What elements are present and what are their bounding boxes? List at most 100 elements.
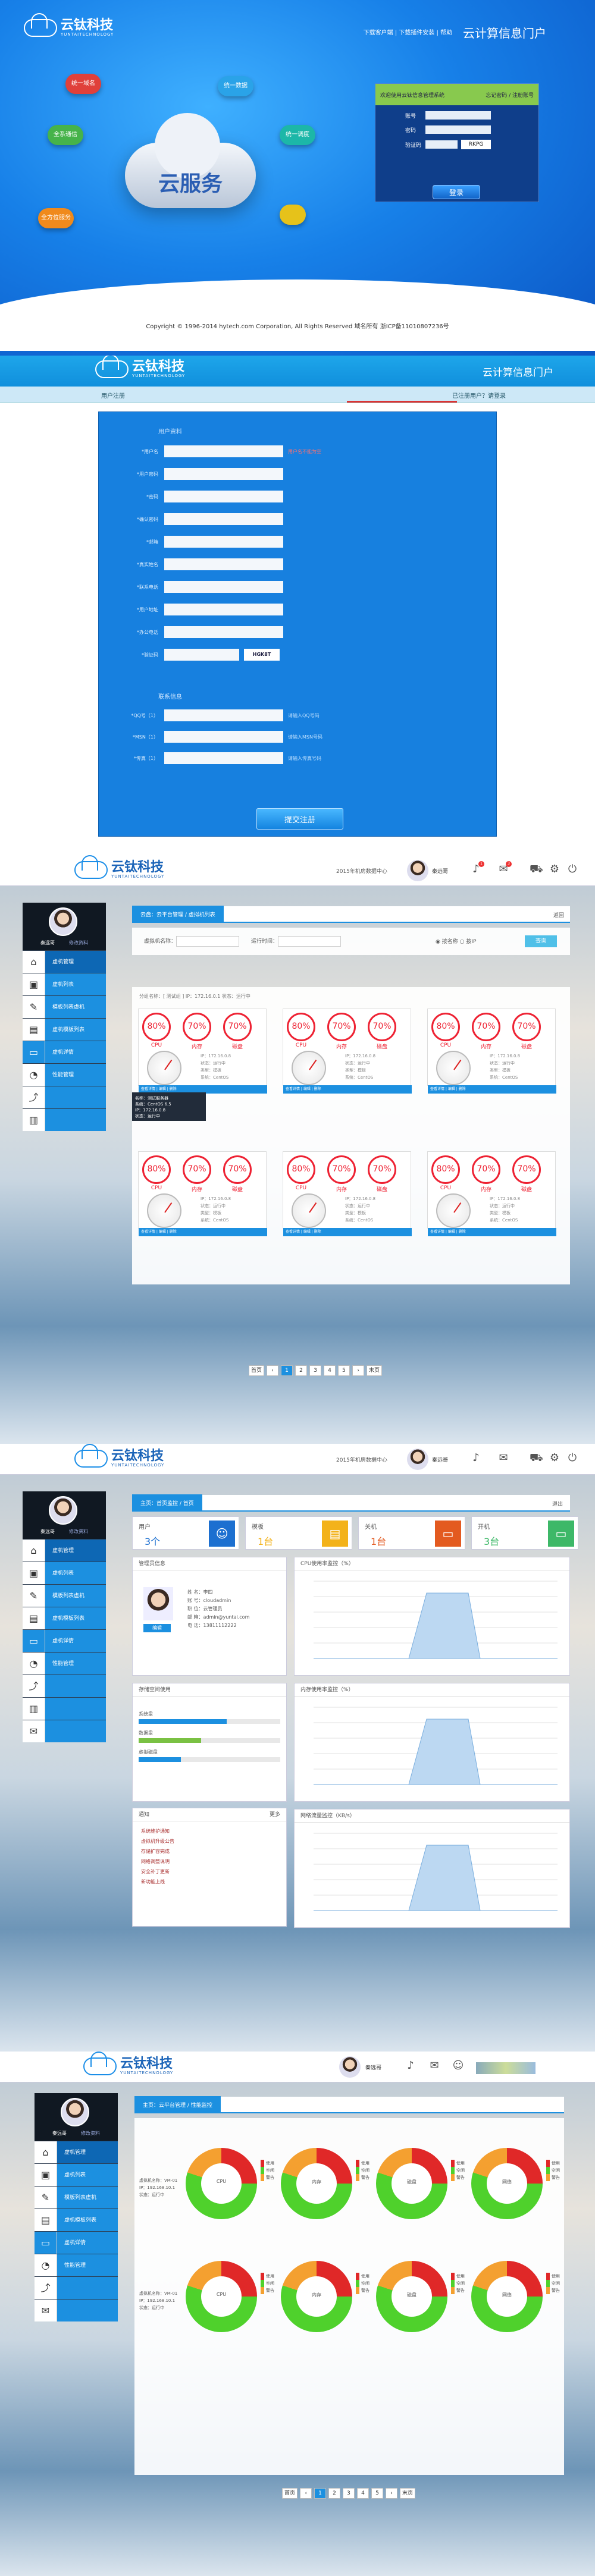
form-input[interactable]	[164, 536, 283, 548]
page-link[interactable]: 4	[324, 1365, 336, 1376]
captcha-input[interactable]	[425, 140, 458, 149]
forgot-link[interactable]: 忘记密码 / 注册账号	[486, 91, 534, 99]
page-link[interactable]: ‹	[300, 2488, 312, 2499]
sidebar-item-tpl[interactable]: ✎ 模板列表虚机	[23, 1584, 106, 1607]
card-actions[interactable]: 查看详情 | 编辑 | 删除	[283, 1228, 412, 1236]
form-input[interactable]	[164, 709, 283, 721]
sidebar-item-list[interactable]: ▣ 虚机列表	[23, 973, 106, 995]
theme-swatches[interactable]	[476, 2062, 536, 2074]
user-icon[interactable]: ☺	[452, 2060, 464, 2072]
captcha-image[interactable]: HGK8T	[244, 649, 280, 661]
query-button[interactable]: 查询	[525, 935, 557, 947]
stat-card[interactable]: 模板 1台 ▤	[245, 1516, 352, 1550]
sidebar-item-perf[interactable]: ◔ 性能管理	[35, 2254, 118, 2276]
notice-item[interactable]: 系统维护通知	[141, 1826, 278, 1836]
page-link[interactable]: 末页	[400, 2488, 416, 2499]
stat-card[interactable]: 关机 1台 ▭	[358, 1516, 465, 1550]
sidebar-item-share[interactable]: ⤴	[35, 2276, 118, 2299]
avatar[interactable]	[407, 1449, 428, 1470]
form-input[interactable]	[164, 604, 283, 615]
sidebar-item-share[interactable]: ⤴	[23, 1086, 106, 1108]
page-link[interactable]: 首页	[249, 1365, 265, 1376]
stat-card[interactable]: 用户 3个 ☺	[132, 1516, 239, 1550]
form-input[interactable]	[164, 752, 283, 764]
sidebar-item-book[interactable]: ▥	[23, 1697, 106, 1720]
back-link[interactable]: 返回	[553, 911, 564, 919]
sidebar-item-vm[interactable]: ⌂ 虚机管理	[23, 1539, 106, 1562]
bell-icon[interactable]: ♪	[405, 2060, 416, 2072]
sidebar-item-book[interactable]: ▥	[23, 1108, 106, 1131]
logout-link[interactable]: 退出	[552, 1500, 563, 1507]
sidebar-item-share[interactable]: ⤴	[23, 1675, 106, 1697]
message-icon[interactable]: ✉	[497, 1452, 509, 1464]
form-input[interactable]	[164, 731, 283, 743]
sidebar-item-perf[interactable]: ◔ 性能管理	[23, 1063, 106, 1086]
vm-name-input[interactable]	[176, 936, 240, 947]
vm-card[interactable]: 80% CPU 70% 内存 70% 磁盘 IP：172.16.0.8 状态：运行中 类型：模板…	[138, 1009, 267, 1094]
page-link[interactable]: 末页	[367, 1365, 383, 1376]
edit-profile-link[interactable]: 修改资料	[81, 2130, 100, 2137]
page-link[interactable]: 2	[295, 1365, 308, 1376]
notice-item[interactable]: 安全补丁更新	[141, 1867, 278, 1877]
page-link[interactable]: ›	[386, 2488, 398, 2499]
avatar[interactable]	[407, 860, 428, 881]
vm-card[interactable]: 80% CPU 70% 内存 70% 磁盘 IP：172.16.0.8 状态：运行中 类型：模板…	[283, 1009, 412, 1094]
page-link[interactable]: 4	[357, 2488, 369, 2499]
sidebar-item-tpl[interactable]: ✎ 模板列表虚机	[23, 995, 106, 1018]
sidebar-item-tpllist[interactable]: ▤ 虚机模板列表	[35, 2209, 118, 2231]
submit-register-button[interactable]: 提交注册	[256, 808, 343, 830]
form-input[interactable]	[164, 558, 283, 570]
sidebar-item-detail[interactable]: ▭ 虚机详情	[23, 1629, 106, 1652]
card-actions[interactable]: 查看详情 | 编辑 | 删除	[428, 1228, 556, 1236]
form-input[interactable]	[164, 491, 283, 502]
page-link[interactable]: 5	[371, 2488, 384, 2499]
sidebar-item-mail[interactable]: ✉	[23, 1720, 106, 1742]
card-actions[interactable]: 查看详情 | 编辑 | 删除	[139, 1228, 267, 1236]
page-link[interactable]: 3	[309, 1365, 322, 1376]
edit-profile-link[interactable]: 修改资料	[69, 1528, 88, 1535]
bell-icon[interactable]: ♪	[470, 1452, 482, 1464]
more-link[interactable]: 更多	[270, 1808, 280, 1821]
settings-icon[interactable]: ⚙	[549, 1452, 560, 1464]
form-input[interactable]	[164, 445, 283, 457]
sidebar-item-list[interactable]: ▣ 虚机列表	[23, 1562, 106, 1584]
sidebar-item-vm[interactable]: ⌂ 虚机管理	[35, 2141, 118, 2163]
vm-card[interactable]: 80% CPU 70% 内存 70% 磁盘 IP：172.16.0.8 状态：运行中 类型：模板…	[138, 1151, 267, 1236]
form-input[interactable]	[164, 513, 283, 525]
edit-profile-link[interactable]: 修改资料	[69, 940, 88, 946]
radio-ip[interactable]: ○	[460, 939, 466, 945]
stat-card[interactable]: 开机 3台 ▭	[471, 1516, 578, 1550]
top-links[interactable]: 下载客户端 | 下载插件安装 | 帮助	[364, 27, 452, 36]
sidebar-item-vm[interactable]: ⌂ 虚机管理	[23, 950, 106, 973]
logout-icon[interactable]: ⏻	[566, 1452, 578, 1464]
page-link[interactable]: 1	[314, 2488, 327, 2499]
captcha-image[interactable]: RKPG	[461, 140, 491, 149]
notice-item[interactable]: 存储扩容完成	[141, 1846, 278, 1856]
form-input[interactable]	[164, 468, 283, 480]
cart-icon[interactable]: ⛟	[530, 1452, 543, 1464]
vm-card[interactable]: 80% CPU 70% 内存 70% 磁盘 IP：172.16.0.8 状态：运行中 类型：模板…	[427, 1151, 556, 1236]
sidebar-item-mail[interactable]: ✉	[35, 2299, 118, 2321]
notice-item[interactable]: 新功能上线	[141, 1877, 278, 1887]
page-link[interactable]: ‹	[267, 1365, 279, 1376]
notice-item[interactable]: 网络调整说明	[141, 1856, 278, 1867]
avatar[interactable]	[339, 2056, 361, 2078]
vm-card[interactable]: 80% CPU 70% 内存 70% 磁盘 IP：172.16.0.8 状态：运行中 类型：模板…	[427, 1009, 556, 1094]
account-input[interactable]	[425, 111, 491, 120]
edit-profile-button[interactable]: 编辑	[143, 1624, 171, 1632]
sidebar-item-list[interactable]: ▣ 虚机列表	[35, 2163, 118, 2186]
sidebar-item-detail[interactable]: ▭ 虚机详情	[35, 2231, 118, 2254]
page-link[interactable]: ›	[352, 1365, 365, 1376]
vm-card[interactable]: 80% CPU 70% 内存 70% 磁盘 IP：172.16.0.8 状态：运行中 类型：模板…	[283, 1151, 412, 1236]
card-actions[interactable]: 查看详情 | 编辑 | 删除	[283, 1085, 412, 1094]
form-input[interactable]	[164, 581, 283, 593]
login-link[interactable]: 已注册用户？请登录	[452, 391, 506, 400]
username[interactable]: 秦远哥	[432, 1456, 448, 1463]
form-input[interactable]	[164, 626, 283, 638]
username[interactable]: 秦远哥	[432, 867, 448, 875]
page-link[interactable]: 1	[281, 1365, 293, 1376]
sidebar-item-detail[interactable]: ▭ 虚机详情	[23, 1041, 106, 1063]
card-actions[interactable]: 查看详情 | 编辑 | 删除	[428, 1085, 556, 1094]
cart-icon[interactable]: ⛟	[530, 863, 543, 875]
date-input[interactable]	[278, 936, 342, 947]
